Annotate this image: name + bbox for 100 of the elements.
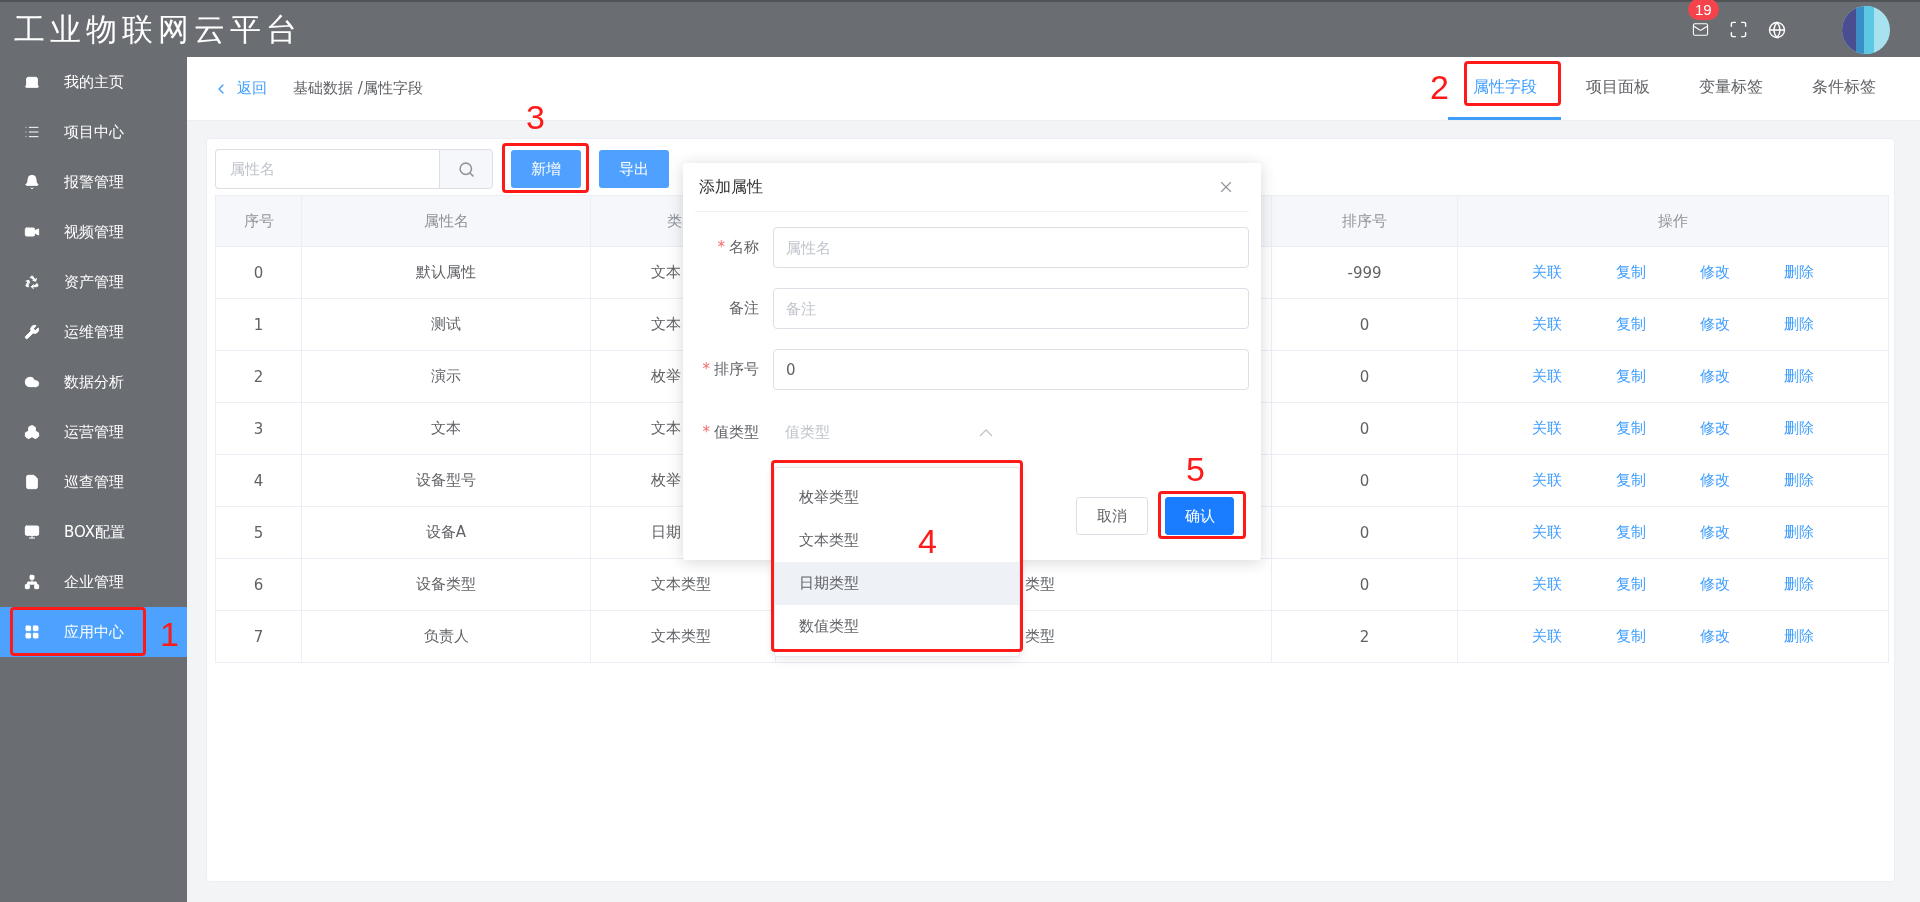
table-cell: 4 — [215, 454, 302, 507]
wrench-icon — [24, 324, 40, 340]
sidebar-item[interactable]: BOX配置 — [0, 507, 187, 557]
annotation-number: 1 — [160, 617, 179, 651]
action-link[interactable]: 修改 — [1700, 419, 1730, 438]
table-cell: 文本类型 — [651, 627, 711, 645]
cancel-button[interactable]: 取消 — [1076, 497, 1148, 535]
action-link[interactable]: 修改 — [1700, 575, 1730, 594]
table-cell: 0 — [1271, 506, 1458, 559]
action-link[interactable]: 修改 — [1700, 523, 1730, 542]
table-cell: 文本 — [651, 263, 681, 281]
tab[interactable]: 属性字段 — [1448, 57, 1561, 120]
table-cell: 文本 — [651, 315, 681, 333]
search-field[interactable]: 属性名 — [215, 149, 439, 189]
action-link[interactable]: 删除 — [1784, 367, 1814, 386]
table-cell: 设备型号 — [301, 454, 591, 507]
breadcrumb: 基础数据 /属性字段 — [293, 79, 423, 98]
input-field[interactable]: 备注 — [773, 288, 1249, 329]
table-cell: 0 — [1271, 558, 1458, 611]
sidebar-item[interactable]: 数据分析 — [0, 357, 187, 407]
action-link[interactable]: 删除 — [1784, 575, 1814, 594]
sidebar-item[interactable]: 运营管理 — [0, 407, 187, 457]
dropdown-option[interactable]: 日期类型 — [775, 562, 1019, 605]
fullscreen-icon[interactable] — [1729, 20, 1748, 39]
table-cell: 类型 — [1025, 627, 1055, 645]
annotation-number: 2 — [1430, 70, 1449, 104]
input-field[interactable]: 0 — [773, 349, 1249, 390]
sidebar-item[interactable]: 巡查管理 — [0, 457, 187, 507]
avatar[interactable] — [1842, 5, 1890, 54]
table-cell: 1 — [215, 298, 302, 351]
table-cell: 测试 — [301, 298, 591, 351]
action-link[interactable]: 关联 — [1532, 575, 1562, 594]
bell-icon — [24, 174, 40, 190]
table-cell: 文本类型 — [651, 575, 711, 593]
dropdown-option[interactable]: 枚举类型 — [775, 476, 1019, 519]
action-link[interactable]: 复制 — [1616, 471, 1646, 490]
globe-icon[interactable] — [1768, 20, 1786, 39]
column-header: 类 — [667, 211, 682, 230]
add-button[interactable]: 新增 — [511, 150, 581, 188]
action-link[interactable]: 复制 — [1616, 367, 1646, 386]
sidebar-item[interactable]: 视频管理 — [0, 207, 187, 257]
tab[interactable]: 条件标签 — [1787, 57, 1900, 120]
action-link[interactable]: 删除 — [1784, 627, 1814, 646]
input-field[interactable]: 属性名 — [773, 227, 1249, 268]
grid-icon — [24, 624, 40, 640]
sidebar-item[interactable]: 运维管理 — [0, 307, 187, 357]
monitor-icon — [24, 524, 40, 540]
search-icon — [457, 160, 475, 178]
action-link[interactable]: 删除 — [1784, 471, 1814, 490]
action-link[interactable]: 关联 — [1532, 419, 1562, 438]
action-link[interactable]: 复制 — [1616, 523, 1646, 542]
action-link[interactable]: 复制 — [1616, 419, 1646, 438]
action-link[interactable]: 修改 — [1700, 263, 1730, 282]
table-cell: -999 — [1271, 246, 1458, 299]
sidebar-item[interactable]: 我的主页 — [0, 57, 187, 107]
action-link[interactable]: 关联 — [1532, 263, 1562, 282]
sidebar-item[interactable]: 报警管理 — [0, 157, 187, 207]
action-link[interactable]: 修改 — [1700, 627, 1730, 646]
table-cell: 类型 — [1025, 575, 1055, 593]
sidebar-item[interactable]: 企业管理 — [0, 557, 187, 607]
table-cell: 6 — [215, 558, 302, 611]
action-link[interactable]: 复制 — [1616, 627, 1646, 646]
annotation-number: 5 — [1186, 452, 1205, 486]
table-cell: 枚举 — [651, 367, 681, 385]
action-link[interactable]: 关联 — [1532, 315, 1562, 334]
tab[interactable]: 变量标签 — [1674, 57, 1787, 120]
table-cell: 设备A — [301, 506, 591, 559]
action-link[interactable]: 修改 — [1700, 471, 1730, 490]
column-header: 操作 — [1457, 195, 1889, 247]
sidebar-item[interactable]: 资产管理 — [0, 257, 187, 307]
action-link[interactable]: 修改 — [1700, 315, 1730, 334]
action-link[interactable]: 复制 — [1616, 575, 1646, 594]
action-link[interactable]: 关联 — [1532, 523, 1562, 542]
field-label: 备注 — [728, 299, 759, 318]
action-link[interactable]: 关联 — [1532, 471, 1562, 490]
confirm-button[interactable]: 确认 — [1165, 497, 1234, 535]
cloud-icon — [24, 374, 40, 390]
dropdown-option[interactable]: 数值类型 — [775, 605, 1019, 648]
action-link[interactable]: 删除 — [1784, 315, 1814, 334]
action-link[interactable]: 关联 — [1532, 627, 1562, 646]
action-link[interactable]: 复制 — [1616, 315, 1646, 334]
mail-icon[interactable] — [1692, 21, 1709, 38]
action-link[interactable]: 关联 — [1532, 367, 1562, 386]
video-camera-icon — [24, 224, 40, 240]
sidebar-item[interactable]: 项目中心 — [0, 107, 187, 157]
action-link[interactable]: 删除 — [1784, 419, 1814, 438]
notification-badge: 19 — [1688, 0, 1719, 20]
back-link[interactable]: 返回 — [213, 79, 267, 98]
action-link[interactable]: 复制 — [1616, 263, 1646, 282]
action-link[interactable]: 删除 — [1784, 263, 1814, 282]
table-cell: 2 — [1271, 610, 1458, 663]
table-cell: 2 — [215, 350, 302, 403]
recycle-icon — [24, 274, 40, 290]
action-link[interactable]: 修改 — [1700, 367, 1730, 386]
table-cell: 枚举 — [651, 471, 681, 489]
tab[interactable]: 项目面板 — [1561, 57, 1674, 120]
app-title: 工业物联网云平台 — [14, 9, 302, 49]
export-button[interactable]: 导出 — [599, 150, 669, 188]
action-link[interactable]: 删除 — [1784, 523, 1814, 542]
table-cell: 演示 — [301, 350, 591, 403]
